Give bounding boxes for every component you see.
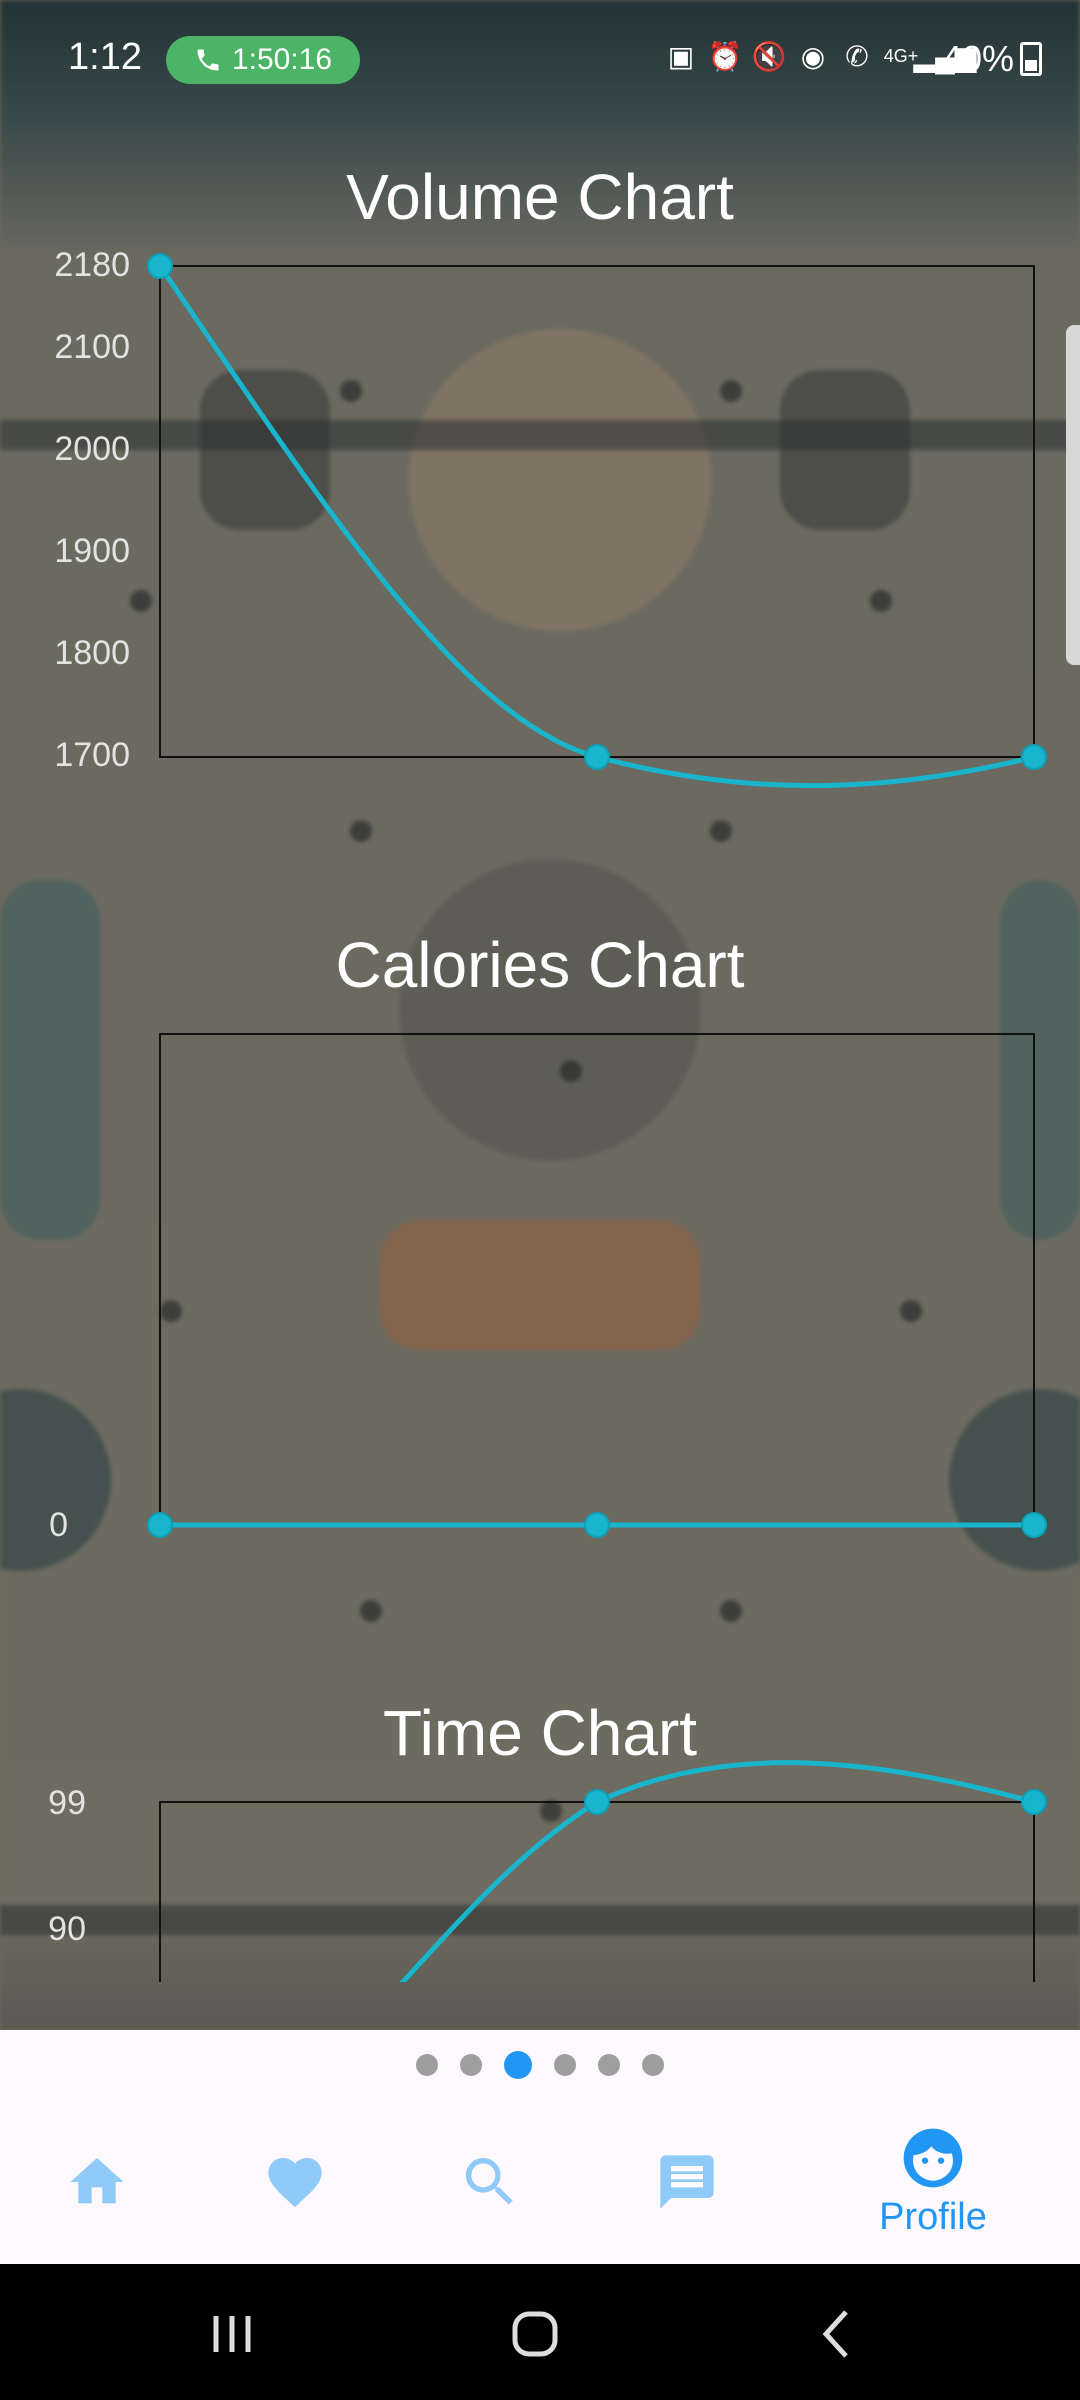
- nav-profile-label: Profile: [879, 2195, 987, 2238]
- page-dot[interactable]: [642, 2054, 664, 2076]
- page-indicator: [0, 2030, 1080, 2100]
- calories-chart-frame: [159, 1033, 1035, 1526]
- message-icon: [660, 2155, 714, 2209]
- volume-data-point[interactable]: [584, 744, 610, 770]
- nav-search[interactable]: [415, 2100, 565, 2264]
- volume-series-line: [157, 264, 1035, 789]
- heart-icon: [268, 2158, 322, 2208]
- volume-data-point[interactable]: [1021, 744, 1047, 770]
- time-data-point[interactable]: [1021, 1789, 1047, 1815]
- nav-favorites[interactable]: [220, 2100, 370, 2264]
- nav-profile[interactable]: Profile: [858, 2100, 1008, 2264]
- home-button-icon[interactable]: [505, 2304, 565, 2364]
- home-icon: [70, 2158, 124, 2204]
- page-dot[interactable]: [554, 2054, 576, 2076]
- calories-data-point[interactable]: [1021, 1512, 1047, 1538]
- nav-messages[interactable]: [612, 2100, 762, 2264]
- page-dot[interactable]: [460, 2054, 482, 2076]
- time-data-point[interactable]: [584, 1789, 610, 1815]
- system-navigation-bar: [0, 2264, 1080, 2400]
- recents-icon[interactable]: [202, 2304, 262, 2364]
- volume-chart-frame: [159, 265, 1035, 758]
- scrollbar[interactable]: [1066, 325, 1080, 665]
- charts-canvas: [147, 253, 1047, 1982]
- page-dot-active[interactable]: [504, 2051, 532, 2079]
- bottom-navigation: Profile: [0, 2100, 1080, 2264]
- back-icon[interactable]: [808, 2304, 868, 2364]
- calories-data-point[interactable]: [147, 1512, 173, 1538]
- page-dot[interactable]: [598, 2054, 620, 2076]
- page-dot[interactable]: [416, 2054, 438, 2076]
- nav-home[interactable]: [22, 2100, 172, 2264]
- volume-data-point[interactable]: [147, 253, 173, 279]
- time-series-line: [399, 1760, 1035, 1982]
- search-icon: [465, 2158, 513, 2205]
- calories-data-point[interactable]: [584, 1512, 610, 1538]
- face-icon: [903, 2128, 963, 2187]
